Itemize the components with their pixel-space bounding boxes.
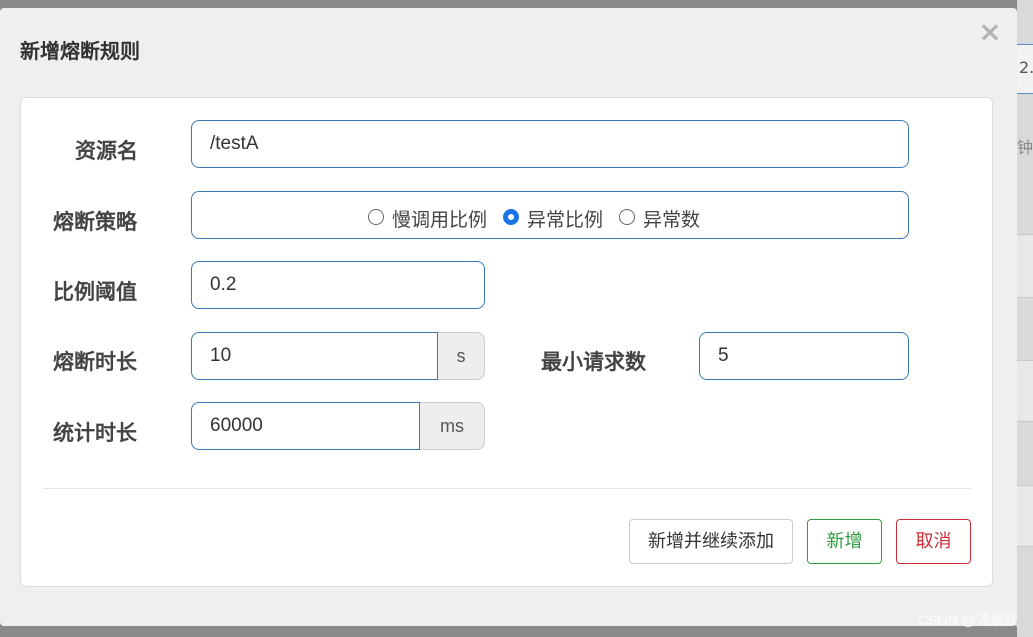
radio-exception-count[interactable]: 异常数 <box>619 205 700 232</box>
strategy-radio-group: 慢调用比例 异常比例 异常数 <box>368 205 716 232</box>
strategy-label: 熔断策略 <box>53 210 137 234</box>
cancel-button[interactable]: 取消 <box>896 519 971 564</box>
resource-name-label: 资源名 <box>75 139 138 163</box>
watermark: CSDN @流烟默 <box>918 612 1018 628</box>
resource-name-input[interactable]: /testA <box>191 120 909 168</box>
background-row <box>1017 234 1033 298</box>
radio-checked-icon <box>503 208 520 225</box>
divider <box>43 488 971 489</box>
radio-label: 慢调用比例 <box>392 209 488 231</box>
background-row <box>1017 485 1033 547</box>
radio-label: 异常数 <box>643 209 701 231</box>
min-requests-label: 最小请求数 <box>541 350 646 374</box>
radio-slow-call-ratio[interactable]: 慢调用比例 <box>368 205 487 232</box>
radio-unchecked-icon <box>619 208 636 225</box>
break-duration-input[interactable]: 10 <box>191 332 438 380</box>
add-and-continue-button[interactable]: 新增并继续添加 <box>629 519 793 564</box>
radio-label: 异常比例 <box>527 209 604 231</box>
ratio-threshold-input[interactable]: 0.2 <box>191 261 485 309</box>
break-duration-unit: s <box>438 332 485 380</box>
add-button[interactable]: 新增 <box>807 519 882 564</box>
background-text: 钟 <box>1017 138 1033 156</box>
background-input: 2. <box>1017 44 1033 94</box>
radio-unchecked-icon <box>368 208 384 225</box>
break-duration-label: 熔断时长 <box>53 350 137 374</box>
stat-duration-input[interactable]: 60000 <box>191 402 420 450</box>
background-input-text: 2. <box>1019 58 1033 77</box>
ratio-threshold-label: 比例阈值 <box>53 280 137 304</box>
stat-duration-unit: ms <box>420 402 485 450</box>
strategy-radio-box: 慢调用比例 异常比例 异常数 <box>191 191 909 239</box>
form-panel: 资源名 /testA 熔断策略 慢调用比例 异常比例 异常数 比例阈值 0.2 … <box>20 97 993 587</box>
dialog-title: 新增熔断规则 <box>20 39 140 63</box>
add-circuit-breaker-dialog: 新增熔断规则 × 资源名 /testA 熔断策略 慢调用比例 异常比例 异常数 <box>0 8 1017 626</box>
close-icon[interactable]: × <box>978 18 1002 46</box>
radio-exception-ratio[interactable]: 异常比例 <box>503 205 603 232</box>
min-requests-input[interactable]: 5 <box>699 332 909 380</box>
stat-duration-label: 统计时长 <box>53 421 137 445</box>
background-row <box>1017 360 1033 422</box>
